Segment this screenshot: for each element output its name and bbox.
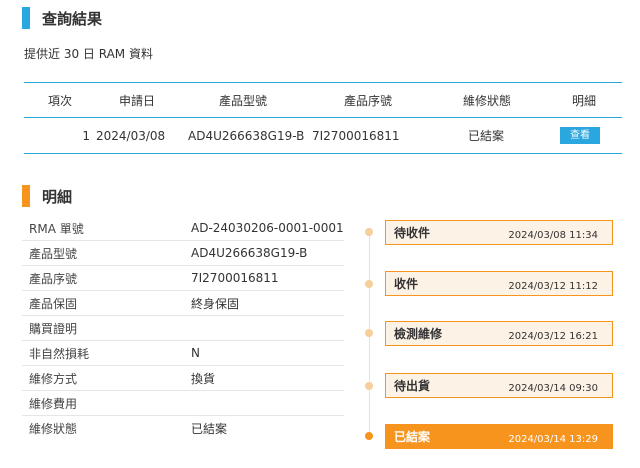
col-header-index: 項次	[47, 93, 72, 108]
row-date: 2024/03/08	[96, 128, 166, 143]
timeline-step-name: 已結案	[394, 430, 431, 444]
detail-label: 非自然損耗	[29, 346, 90, 361]
detail-row-rma: RMA 單號 AD-24030206-0001-0001	[22, 216, 344, 241]
detail-value: 終身保固	[191, 296, 240, 311]
result-table-header: 項次 申請日 產品型號 產品序號 維修狀態 明細	[24, 83, 622, 118]
detail-section-title: 明細	[42, 187, 73, 206]
timeline-dot-active	[365, 432, 373, 440]
detail-label: 購買證明	[29, 321, 78, 336]
detail-section-bar	[22, 185, 30, 207]
result-section-header: 查詢結果	[22, 7, 102, 29]
detail-label: 產品保固	[29, 296, 78, 311]
detail-value: N	[191, 346, 200, 360]
detail-value: 換貨	[191, 371, 216, 386]
result-subtitle: 提供近 30 日 RAM 資料	[24, 47, 153, 61]
detail-label: 維修費用	[29, 396, 78, 411]
detail-label: RMA 單號	[29, 221, 84, 236]
timeline-step-inspect-repair: 檢測維修 2024/03/12 16:21	[385, 321, 613, 346]
result-section-title: 查詢結果	[42, 9, 103, 28]
col-header-status: 維修狀態	[462, 93, 511, 108]
detail-row-serial: 產品序號 7I2700016811	[22, 266, 344, 291]
timeline-step-pending-ship: 待出貨 2024/03/14 09:30	[385, 373, 613, 398]
detail-section-header: 明細	[22, 185, 72, 207]
detail-value: 已結案	[191, 422, 228, 436]
detail-row-model: 產品型號 AD4U266638G19-B	[22, 241, 344, 266]
row-status: 已結案	[467, 129, 504, 143]
detail-value: AD4U266638G19-B	[191, 246, 308, 260]
table-row: 1 2024/03/08 AD4U266638G19-B 7I270001681…	[24, 118, 622, 153]
detail-label: 維修狀態	[29, 422, 78, 436]
col-header-model: 產品型號	[218, 93, 267, 108]
detail-row-status: 維修狀態 已結案	[22, 416, 344, 441]
timeline-dot	[365, 329, 373, 337]
result-table: 項次 申請日 產品型號 產品序號 維修狀態 明細 1 2024/03/08 AD…	[24, 82, 622, 154]
detail-list: RMA 單號 AD-24030206-0001-0001 產品型號 AD4U26…	[22, 216, 344, 441]
detail-label: 產品序號	[29, 271, 78, 286]
timeline-step-name: 待收件	[394, 226, 431, 240]
timeline-step-time: 2024/03/14 09:30	[508, 383, 598, 394]
timeline-step-time: 2024/03/12 16:21	[508, 331, 598, 342]
detail-label: 產品型號	[29, 246, 78, 261]
detail-row-warranty: 產品保固 終身保固	[22, 291, 344, 316]
col-header-detail: 明細	[571, 93, 596, 108]
timeline-step-time: 2024/03/08 11:34	[508, 230, 598, 241]
timeline-step-received: 收件 2024/03/12 11:12	[385, 271, 613, 296]
detail-row-damage: 非自然損耗 N	[22, 341, 344, 366]
timeline-step-name: 收件	[394, 277, 419, 291]
detail-row-fee: 維修費用	[22, 391, 344, 416]
detail-label: 維修方式	[29, 371, 78, 386]
timeline-step-name: 待出貨	[394, 379, 431, 393]
timeline-step-pending-receive: 待收件 2024/03/08 11:34	[385, 220, 613, 245]
detail-value: 7I2700016811	[191, 271, 279, 285]
timeline-step-closed: 已結案 2024/03/14 13:29	[385, 424, 613, 449]
row-detail-cell: 查看	[542, 127, 618, 144]
timeline-dot	[365, 228, 373, 236]
view-button[interactable]: 查看	[560, 127, 600, 144]
timeline-step-time: 2024/03/12 11:12	[508, 281, 598, 292]
row-serial: 7I2700016811	[312, 128, 400, 143]
timeline-step-time: 2024/03/14 13:29	[508, 434, 598, 445]
col-header-serial: 產品序號	[343, 93, 392, 108]
detail-row-proof: 購買證明	[22, 316, 344, 341]
row-model: AD4U266638G19-B	[188, 128, 305, 143]
detail-value: AD-24030206-0001-0001	[191, 221, 344, 235]
col-header-date: 申請日	[118, 93, 155, 108]
result-section-bar	[22, 7, 30, 29]
timeline-dot	[365, 280, 373, 288]
row-index: 1	[82, 128, 90, 143]
timeline-dot	[365, 382, 373, 390]
timeline-step-name: 檢測維修	[394, 327, 443, 341]
detail-row-method: 維修方式 換貨	[22, 366, 344, 391]
